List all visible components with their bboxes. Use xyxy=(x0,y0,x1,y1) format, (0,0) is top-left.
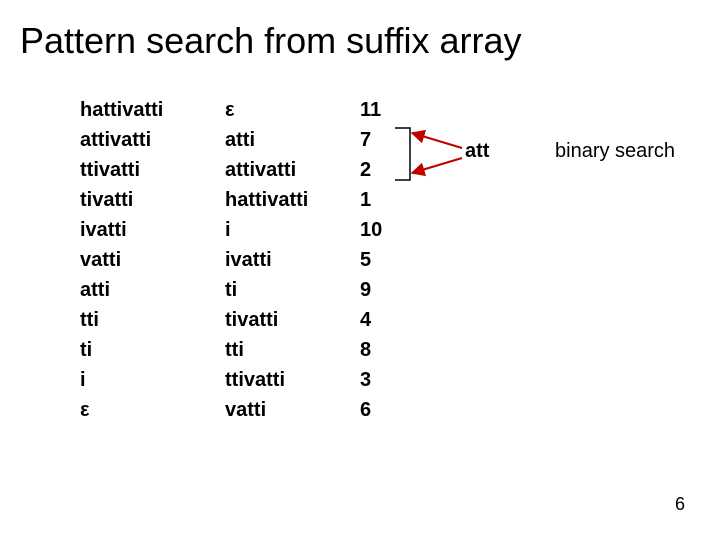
binary-search-label: binary search xyxy=(555,140,675,163)
list-item: 1 xyxy=(360,185,395,215)
list-item: tivatti xyxy=(80,185,220,215)
list-item: atti xyxy=(225,125,345,155)
suffix-array-indices: 11 7 2 1 10 5 9 4 8 3 6 xyxy=(360,95,395,425)
list-item: 10 xyxy=(360,215,395,245)
list-item: 5 xyxy=(360,245,395,275)
list-item: ttivatti xyxy=(225,365,345,395)
suffix-list-original: hattivatti attivatti ttivatti tivatti iv… xyxy=(80,95,220,425)
list-item: vatti xyxy=(80,245,220,275)
list-item: ivatti xyxy=(80,215,220,245)
list-item: ti xyxy=(225,275,345,305)
list-item: tti xyxy=(225,335,345,365)
list-item: tti xyxy=(80,305,220,335)
list-item: 6 xyxy=(360,395,395,425)
list-item: attivatti xyxy=(225,155,345,185)
list-item: 3 xyxy=(360,365,395,395)
list-item: hattivatti xyxy=(80,95,220,125)
list-item: ttivatti xyxy=(80,155,220,185)
list-item: 8 xyxy=(360,335,395,365)
list-item: ti xyxy=(80,335,220,365)
list-item: attivatti xyxy=(80,125,220,155)
list-item: ivatti xyxy=(225,245,345,275)
page-number: 6 xyxy=(675,494,685,515)
list-item: 11 xyxy=(360,95,395,125)
search-pattern-label: att xyxy=(465,140,489,163)
list-item: 2 xyxy=(360,155,395,185)
suffix-list-sorted: ε atti attivatti hattivatti i ivatti ti … xyxy=(225,95,345,425)
list-item: tivatti xyxy=(225,305,345,335)
list-item: 9 xyxy=(360,275,395,305)
list-item: atti xyxy=(80,275,220,305)
list-item: ε xyxy=(225,95,345,125)
slide-title: Pattern search from suffix array xyxy=(20,20,522,62)
list-item: ε xyxy=(80,395,220,425)
list-item: 7 xyxy=(360,125,395,155)
list-item: hattivatti xyxy=(225,185,345,215)
list-item: i xyxy=(80,365,220,395)
list-item: 4 xyxy=(360,305,395,335)
list-item: i xyxy=(225,215,345,245)
list-item: vatti xyxy=(225,395,345,425)
